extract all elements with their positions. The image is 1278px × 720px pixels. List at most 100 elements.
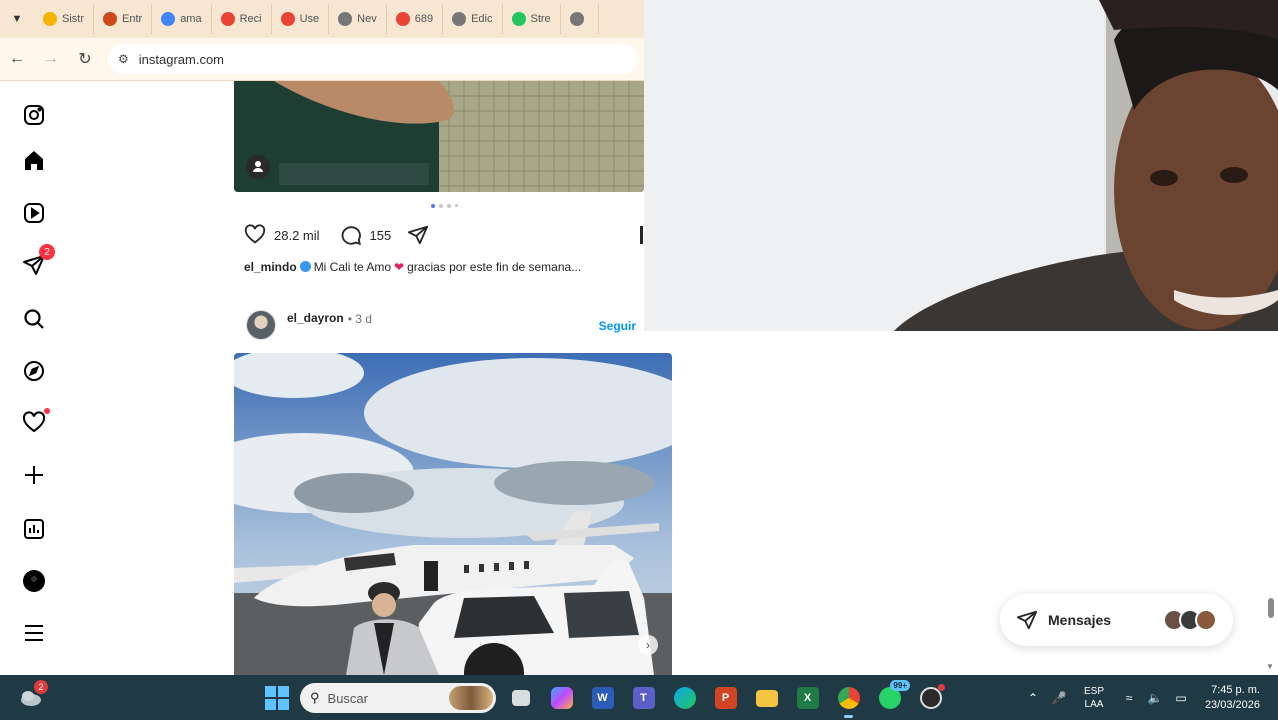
globe-icon bbox=[452, 12, 467, 26]
taskbar-apps: ⚲ Buscar W T P X 99+ bbox=[262, 679, 947, 718]
browser-tab[interactable] bbox=[561, 4, 599, 34]
word-icon[interactable]: W bbox=[586, 682, 619, 715]
weather-badge: 2 bbox=[34, 680, 48, 694]
browser-tab[interactable]: Sistr bbox=[34, 4, 94, 34]
home-icon[interactable] bbox=[20, 147, 48, 175]
likes-count[interactable]: 28.2 mil bbox=[274, 228, 320, 243]
google-play-icon bbox=[43, 12, 57, 26]
powerpoint-icon[interactable]: P bbox=[709, 682, 742, 715]
teams-icon[interactable]: T bbox=[627, 682, 660, 715]
task-view-icon[interactable] bbox=[504, 682, 537, 715]
site-settings-icon[interactable]: ⚙ bbox=[118, 52, 129, 66]
profile-avatar-icon[interactable] bbox=[20, 567, 48, 595]
browser-tab-label: Entr bbox=[122, 13, 143, 25]
browser-tab[interactable]: Nev bbox=[329, 4, 387, 34]
scroll-down-arrow-icon[interactable]: ▼ bbox=[1266, 662, 1274, 671]
pink-heart-emoji-icon: ❤ bbox=[394, 260, 405, 274]
language-indicator[interactable]: ESP LAA bbox=[1072, 685, 1116, 711]
wifi-icon[interactable]: ≈ bbox=[1116, 691, 1142, 705]
keyboard-layout: LAA bbox=[1084, 698, 1104, 710]
notifications-heart-icon[interactable] bbox=[20, 407, 51, 437]
messages-badge: 2 bbox=[39, 244, 55, 260]
browser-tab-label: Reci bbox=[239, 13, 262, 25]
whatsapp-icon[interactable]: 99+ bbox=[873, 679, 910, 715]
volume-icon[interactable]: 🔈 bbox=[1142, 691, 1168, 705]
show-hidden-icons-chevron-icon[interactable]: ⌃ bbox=[1020, 691, 1046, 705]
messages-label: Mensajes bbox=[1048, 612, 1112, 628]
kick-icon bbox=[511, 12, 526, 26]
create-plus-icon[interactable] bbox=[20, 461, 48, 489]
like-heart-icon[interactable] bbox=[244, 224, 266, 246]
comments-count[interactable]: 155 bbox=[370, 228, 392, 243]
tab-search-chevron-icon[interactable]: ▼ bbox=[0, 0, 34, 38]
caption-rest[interactable]: gracias por este fin de semana... bbox=[407, 260, 581, 274]
browser-tabbar: ▼ Sistr Entr ama Reci Use Nev 689 Edic Stre bbox=[0, 0, 644, 38]
reload-icon[interactable]: ↻ bbox=[68, 42, 102, 76]
tab-list: Sistr Entr ama Reci Use Nev 689 Edic Stre bbox=[34, 4, 599, 34]
browser-tab[interactable]: Use bbox=[272, 4, 330, 34]
comment-icon[interactable] bbox=[340, 224, 362, 246]
post-actions: 28.2 mil 155 bbox=[244, 224, 429, 246]
browser-tab[interactable]: Entr bbox=[94, 4, 153, 34]
save-bookmark-icon[interactable] bbox=[640, 226, 643, 244]
taskbar-search[interactable]: ⚲ Buscar bbox=[300, 683, 496, 713]
browser-tab[interactable]: ama bbox=[152, 4, 212, 34]
clock-time: 7:45 p. m. bbox=[1211, 683, 1260, 696]
search-icon[interactable] bbox=[20, 305, 48, 333]
obs-record-icon[interactable] bbox=[914, 682, 947, 715]
address-bar[interactable]: ⚙ instagram.com bbox=[108, 44, 638, 74]
post-author-avatar[interactable] bbox=[246, 310, 276, 340]
gmail-icon bbox=[395, 12, 410, 26]
share-icon[interactable] bbox=[407, 224, 429, 246]
microphone-icon[interactable]: 🎤 bbox=[1046, 691, 1072, 705]
search-highlight-image bbox=[449, 686, 493, 710]
instagram-sidebar: 2 bbox=[0, 81, 70, 675]
weather-widget-icon[interactable]: 2 bbox=[18, 680, 48, 710]
page-scrollbar-thumb[interactable] bbox=[1268, 598, 1274, 618]
dashboard-icon[interactable] bbox=[20, 515, 48, 543]
forward-arrow-icon[interactable]: → bbox=[34, 42, 68, 76]
clock[interactable]: 7:45 p. m. 23/03/2026 bbox=[1194, 683, 1264, 713]
back-arrow-icon[interactable]: ← bbox=[0, 42, 34, 76]
more-menu-icon[interactable] bbox=[20, 619, 48, 647]
caption-username[interactable]: el_mindo bbox=[244, 260, 297, 274]
post-image-top[interactable] bbox=[234, 81, 644, 192]
follow-button[interactable]: Seguir bbox=[599, 319, 636, 333]
windows-taskbar: 2 ⚲ Buscar W T P X 99+ ⌃ 🎤 ESP LAA ≈ 🔈 ▭… bbox=[0, 675, 1278, 720]
copilot-icon[interactable] bbox=[545, 682, 578, 715]
browser-tab[interactable]: Edic bbox=[443, 4, 503, 34]
battery-icon[interactable]: ▭ bbox=[1168, 691, 1194, 705]
browser-tab[interactable]: 689 bbox=[387, 4, 444, 34]
reels-icon[interactable] bbox=[20, 199, 48, 227]
chrome-icon[interactable] bbox=[832, 682, 865, 718]
system-tray: ⌃ 🎤 ESP LAA ≈ 🔈 ▭ 7:45 p. m. 23/03/2026 bbox=[1020, 675, 1264, 720]
browser-toolbar: ← → ↻ ⚙ instagram.com bbox=[0, 38, 644, 81]
gmail-icon bbox=[220, 12, 235, 26]
browser-tab[interactable]: Reci bbox=[212, 4, 272, 34]
webcam-overlay bbox=[644, 0, 1278, 331]
search-glass-icon: ⚲ bbox=[310, 690, 320, 705]
browser-tab-label: Use bbox=[299, 13, 320, 25]
message-avatars bbox=[1163, 609, 1217, 631]
caption-text: Mi Cali te Amo bbox=[313, 260, 392, 274]
browser-tab-label: Edic bbox=[471, 13, 493, 25]
messages-pill[interactable]: Mensajes bbox=[1000, 594, 1233, 646]
browser-tab[interactable]: Stre bbox=[503, 4, 561, 34]
windows-start-icon[interactable] bbox=[262, 683, 292, 713]
browser-tab-label: Nev bbox=[357, 13, 377, 25]
edge-icon[interactable] bbox=[668, 682, 701, 715]
browser-tab-label: Sistr bbox=[62, 13, 84, 25]
excel-icon[interactable]: X bbox=[791, 682, 824, 715]
post-author-username[interactable]: el_dayron bbox=[287, 311, 344, 325]
post-image[interactable]: › bbox=[234, 353, 672, 675]
instagram-logo-icon[interactable] bbox=[20, 101, 48, 129]
verified-badge-icon bbox=[299, 261, 311, 272]
screen: ▼ Sistr Entr ama Reci Use Nev 689 Edic Stre ← → … bbox=[0, 0, 1278, 720]
google-icon bbox=[161, 12, 176, 26]
whatsapp-badge: 99+ bbox=[890, 679, 910, 691]
carousel-next-icon[interactable]: › bbox=[638, 635, 658, 655]
explore-compass-icon[interactable] bbox=[20, 357, 48, 385]
language-code: ESP bbox=[1083, 685, 1104, 697]
file-explorer-icon[interactable] bbox=[750, 682, 783, 715]
messages-icon[interactable]: 2 bbox=[20, 244, 55, 279]
